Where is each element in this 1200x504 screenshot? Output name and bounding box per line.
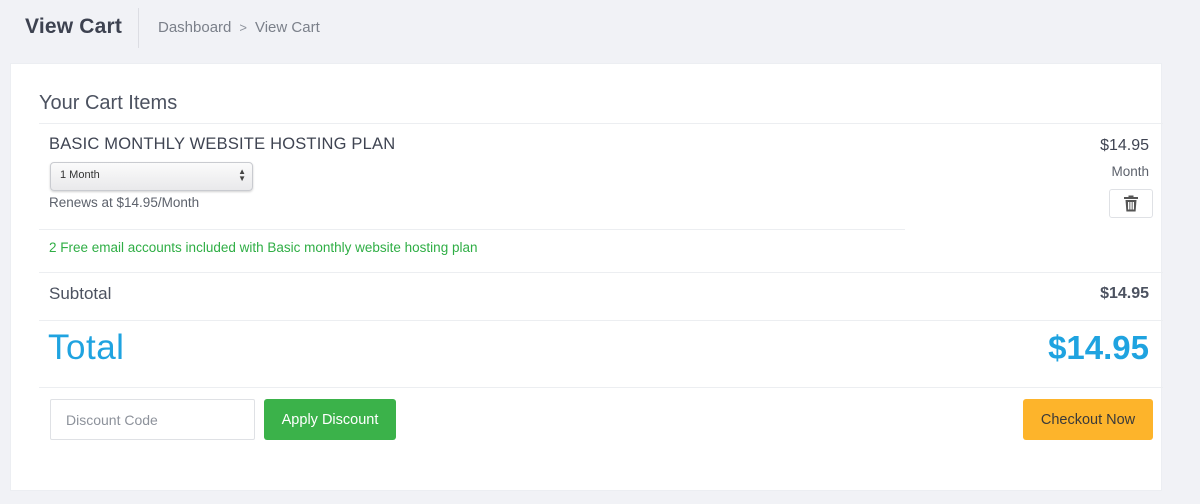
page-header: View Cart Dashboard > View Cart xyxy=(0,0,1200,58)
breadcrumb-current: View Cart xyxy=(254,19,320,36)
billing-cycle-value: 1 Month xyxy=(60,169,100,181)
cart-item-price: $14.95 xyxy=(1100,137,1149,154)
breadcrumb-separator: > xyxy=(239,20,247,35)
divider xyxy=(39,387,1163,388)
divider xyxy=(39,320,1163,321)
divider xyxy=(39,123,1163,124)
subtotal-value: $14.95 xyxy=(1100,285,1149,302)
cart-item-name: BASIC MONTHLY WEBSITE HOSTING PLAN xyxy=(49,135,396,153)
renewal-text: Renews at $14.95/Month xyxy=(49,195,200,210)
select-arrows-icon: ▲ ▼ xyxy=(238,167,246,183)
divider xyxy=(39,272,1163,273)
divider xyxy=(39,229,905,230)
title-divider xyxy=(138,8,139,48)
remove-item-button[interactable] xyxy=(1109,189,1153,218)
total-value: $14.95 xyxy=(1048,329,1149,366)
checkout-button[interactable]: Checkout Now xyxy=(1023,399,1153,440)
cart-card: Your Cart Items BASIC MONTHLY WEBSITE HO… xyxy=(10,63,1163,491)
discount-code-input[interactable] xyxy=(50,399,255,440)
cart-section-title: Your Cart Items xyxy=(39,92,178,114)
breadcrumb-dashboard-link[interactable]: Dashboard xyxy=(158,19,231,36)
subtotal-label: Subtotal xyxy=(49,284,112,303)
billing-cycle-select[interactable]: 1 Month ▲ ▼ xyxy=(50,162,253,191)
total-label: Total xyxy=(48,328,125,367)
page-title: View Cart xyxy=(25,15,123,38)
trash-icon xyxy=(1124,195,1138,212)
apply-discount-button[interactable]: Apply Discount xyxy=(264,399,396,440)
promo-note: 2 Free email accounts included with Basi… xyxy=(49,240,478,255)
breadcrumb: Dashboard > View Cart xyxy=(158,19,320,36)
cart-item-period: Month xyxy=(1111,164,1149,179)
